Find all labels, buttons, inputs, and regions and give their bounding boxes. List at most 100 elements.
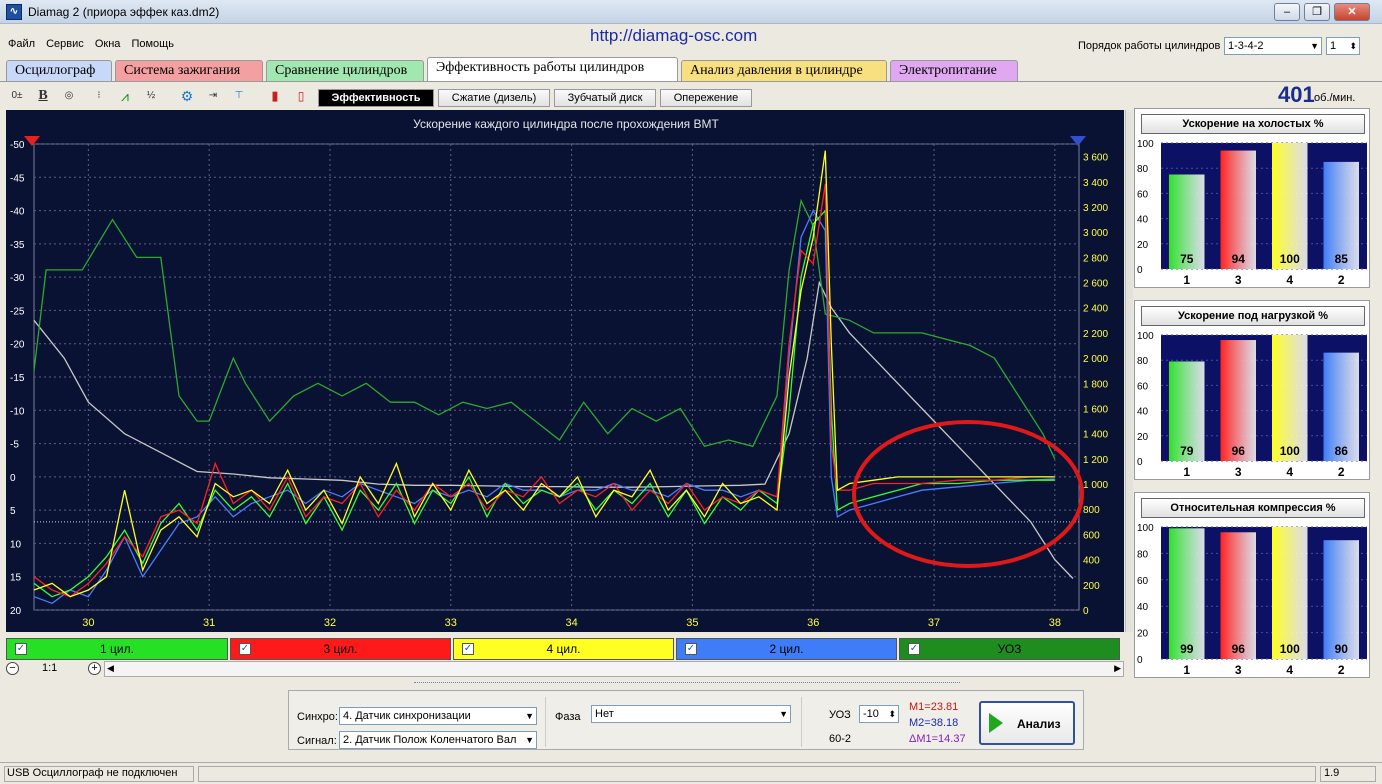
bar-value-label: 96 bbox=[1232, 642, 1246, 656]
legend-cyl-2[interactable]: ✓ 2 цил. bbox=[676, 638, 897, 660]
bar-category-label: 3 bbox=[1235, 663, 1242, 677]
chevron-down-icon: ▼ bbox=[1310, 41, 1319, 51]
uoz-spinner[interactable]: -10 ⬍ bbox=[859, 705, 899, 723]
acceleration-chart[interactable]: Ускорение каждого цилиндра после прохожд… bbox=[6, 110, 1124, 632]
menu-help[interactable]: Помощь bbox=[131, 38, 174, 50]
analyze-button[interactable]: Анализ bbox=[979, 701, 1075, 745]
close-button[interactable]: ✕ bbox=[1334, 3, 1370, 21]
bar-tick-label: 60 bbox=[1137, 381, 1149, 392]
firing-order-select[interactable]: 1-3-4-2 ▼ bbox=[1224, 37, 1322, 55]
spinner-value: 1 bbox=[1330, 40, 1337, 52]
tab-oscilloscope[interactable]: Осциллограф bbox=[6, 60, 112, 81]
legend-cyl-4[interactable]: ✓ 4 цил. bbox=[453, 638, 674, 660]
uoz-label: УОЗ bbox=[829, 709, 851, 721]
legend-cyl-3[interactable]: ✓ 3 цил. bbox=[230, 638, 451, 660]
series-line-1 цил. bbox=[33, 208, 1055, 598]
spin-arrows-icon: ⬍ bbox=[1349, 41, 1357, 51]
subtab-advance[interactable]: Опережение bbox=[660, 89, 752, 107]
checkbox-checked-icon[interactable]: ✓ bbox=[15, 643, 27, 655]
phase-select[interactable]: Нет ▼ bbox=[591, 705, 791, 723]
scroll-left-icon[interactable]: ◀ bbox=[107, 663, 114, 674]
tab-cylinder-pressure[interactable]: Анализ давления в цилиндре bbox=[681, 60, 887, 81]
left-tick-label: 0 bbox=[10, 473, 16, 484]
bar-value-label: 99 bbox=[1180, 642, 1194, 656]
panel-splitter[interactable] bbox=[414, 682, 960, 688]
left-tick-label: -45 bbox=[10, 173, 25, 184]
rpm-icon[interactable]: ◎ bbox=[58, 85, 80, 107]
chevron-down-icon: ▼ bbox=[525, 711, 534, 721]
checkbox-checked-icon[interactable]: ✓ bbox=[685, 643, 697, 655]
left-tick-label: -10 bbox=[10, 406, 25, 417]
subtab-efficiency[interactable]: Эффективность bbox=[318, 89, 434, 107]
left-tick-label: -50 bbox=[10, 140, 25, 151]
compression-panel: Относительная компрессия % 100 80 60 40 20 0 9… bbox=[1134, 492, 1370, 678]
x-tick-label: 33 bbox=[445, 617, 457, 629]
x-tick-label: 35 bbox=[686, 617, 698, 629]
website-url[interactable]: http://diamag-osc.com bbox=[590, 26, 757, 46]
chart-splitter[interactable] bbox=[1125, 110, 1133, 632]
idle-acceleration-panel: Ускорение на холостых % 100 80 60 40 20 0 75 1 9… bbox=[1134, 108, 1370, 288]
legend-label: 2 цил. bbox=[769, 642, 804, 656]
left-tick-label: 20 bbox=[10, 606, 22, 617]
left-tick-label: -5 bbox=[10, 440, 19, 451]
legend-label: 1 цил. bbox=[100, 642, 134, 656]
bold-icon[interactable]: B bbox=[32, 85, 54, 107]
checkbox-checked-icon[interactable]: ✓ bbox=[462, 643, 474, 655]
numbering-icon[interactable]: ⇥ bbox=[202, 85, 224, 107]
bar-category-label: 1 bbox=[1183, 663, 1190, 677]
x-tick-label: 32 bbox=[324, 617, 336, 629]
menu-service[interactable]: Сервис bbox=[46, 38, 84, 50]
bar-tick-label: 0 bbox=[1137, 265, 1143, 276]
checkbox-checked-icon[interactable]: ✓ bbox=[908, 643, 920, 655]
zoom-out-icon[interactable]: − bbox=[6, 662, 19, 675]
filter-icon[interactable]: ⊤ bbox=[228, 85, 250, 107]
tab-power-supply[interactable]: Электропитание bbox=[890, 60, 1018, 81]
oscilloscope-app-icon: ∿ bbox=[6, 4, 22, 20]
maximize-button[interactable]: ❐ bbox=[1304, 3, 1330, 21]
bar-cyl-4 bbox=[1272, 335, 1308, 461]
fraction-icon[interactable]: ½ bbox=[140, 85, 162, 107]
chevron-down-icon: ▼ bbox=[779, 709, 788, 719]
signal-select[interactable]: 2. Датчик Полож Коленчатого Вал ▼ bbox=[339, 731, 537, 749]
bar-value-label: 90 bbox=[1335, 642, 1349, 656]
zoom-in-icon[interactable]: + bbox=[88, 662, 101, 675]
order-icon[interactable]: ⁝ bbox=[88, 85, 110, 107]
right-tick-label: 1 000 bbox=[1083, 480, 1108, 491]
line-chart-icon[interactable]: ⩘ bbox=[114, 85, 136, 107]
menu-file[interactable]: Файл bbox=[8, 38, 35, 50]
minimize-button[interactable]: – bbox=[1274, 3, 1300, 21]
bar-tick-label: 20 bbox=[1137, 432, 1149, 443]
right-tick-label: 3 200 bbox=[1083, 203, 1108, 214]
sync-select[interactable]: 4. Датчик синхронизации ▼ bbox=[339, 707, 537, 725]
bar-category-label: 2 bbox=[1338, 273, 1345, 287]
bar-category-label: 4 bbox=[1286, 663, 1293, 677]
right-tick-label: 1 800 bbox=[1083, 379, 1108, 390]
analysis-controls: Синхро: 4. Датчик синхронизации ▼ Сигнал:… bbox=[288, 690, 1084, 750]
zoom-scroll-row: − 1:1 + ◀ ▶ bbox=[6, 661, 1124, 677]
subtab-compression[interactable]: Сжатие (дизель) bbox=[438, 89, 550, 107]
firing-order-spinner[interactable]: 1 ⬍ bbox=[1326, 37, 1360, 55]
tab-cylinder-efficiency[interactable]: Эффективность работы цилиндров bbox=[427, 57, 678, 81]
histogram-icon[interactable]: ▯ bbox=[290, 85, 312, 107]
scroll-right-icon[interactable]: ▶ bbox=[1114, 663, 1121, 674]
signal-label: Сигнал: bbox=[297, 735, 337, 747]
series-line-4 цил. bbox=[33, 150, 1055, 598]
network-icon[interactable]: ⚙ bbox=[176, 85, 198, 107]
horizontal-scrollbar[interactable]: ◀ ▶ bbox=[104, 661, 1124, 677]
bar-tick-label: 0 bbox=[1137, 457, 1143, 468]
legend-cyl-1[interactable]: ✓ 1 цил. bbox=[6, 638, 228, 660]
bar-cyl-4 bbox=[1272, 143, 1308, 269]
chevron-down-icon: ▼ bbox=[525, 732, 534, 748]
left-axis: -50-45-40-35-30-25-20-15-10-505101520 bbox=[10, 140, 25, 617]
bar-chart-icon[interactable]: ▮ bbox=[264, 85, 286, 107]
checkbox-checked-icon[interactable]: ✓ bbox=[239, 643, 251, 655]
legend-uoz[interactable]: ✓ УОЗ bbox=[899, 638, 1120, 660]
bar-tick-label: 100 bbox=[1137, 523, 1154, 534]
adjust-icon[interactable]: 0± bbox=[6, 85, 28, 107]
menu-windows[interactable]: Окна bbox=[95, 38, 121, 50]
left-tick-label: 5 bbox=[10, 506, 16, 517]
tab-cylinder-compare[interactable]: Сравнение цилиндров bbox=[266, 60, 424, 81]
tab-ignition[interactable]: Система зажигания bbox=[115, 60, 263, 81]
zoom-level: 1:1 bbox=[42, 662, 58, 674]
subtab-gear-disc[interactable]: Зубчатый диск bbox=[554, 89, 656, 107]
